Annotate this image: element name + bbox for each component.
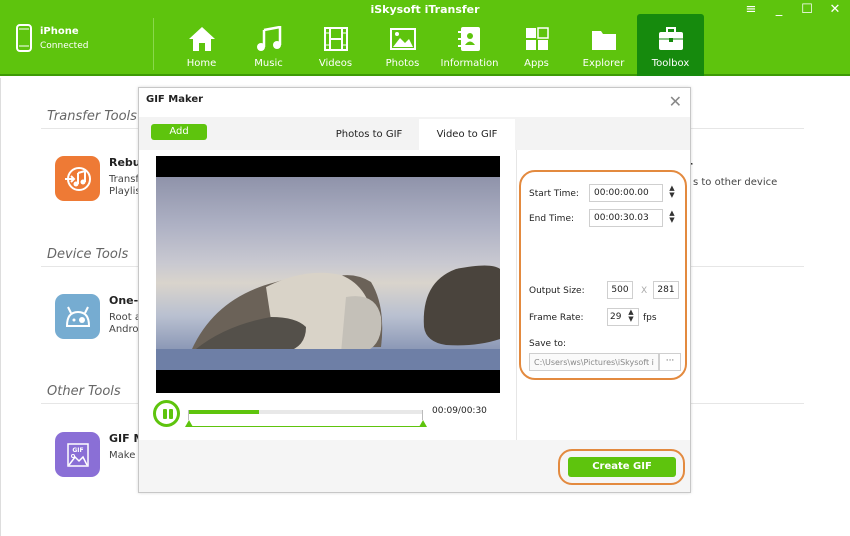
- device-name: iPhone: [40, 25, 79, 37]
- device-status: Connected: [40, 40, 89, 51]
- nav-information[interactable]: Information: [436, 14, 503, 76]
- apps-icon: [525, 27, 549, 50]
- nav-toolbox[interactable]: Toolbox: [637, 14, 704, 76]
- menu-icon[interactable]: ≡: [744, 2, 758, 17]
- create-gif-button[interactable]: Create GIF: [568, 457, 676, 477]
- nav-label: Information: [440, 58, 499, 69]
- pane-divider: [516, 150, 517, 440]
- minimize-icon[interactable]: _: [772, 2, 786, 17]
- pause-button[interactable]: [153, 400, 180, 427]
- image-icon: [389, 28, 416, 50]
- trim-range: [185, 410, 427, 427]
- frame-rate-spinner[interactable]: ▲ ▼: [625, 309, 637, 325]
- tab-strip: Add Photos to GIF Video to GIF: [139, 117, 690, 150]
- rebuild-library-icon: [55, 156, 100, 201]
- end-time-input[interactable]: [589, 209, 663, 227]
- output-height-input[interactable]: [653, 281, 679, 299]
- section-title-other: Other Tools: [47, 384, 121, 399]
- size-separator: X: [641, 286, 648, 296]
- tab-photos-to-gif[interactable]: Photos to GIF: [319, 119, 419, 150]
- gif-maker-dialog: GIF Maker ✕ Add Photos to GIF Video to G…: [138, 87, 691, 493]
- nav-label: Home: [186, 58, 217, 69]
- phone-icon: [16, 24, 32, 52]
- window-controls: ≡ _ ☐ ✕: [744, 2, 842, 17]
- video-preview[interactable]: [156, 156, 500, 393]
- gif-settings-panel: Start Time: ▲▼ End Time: ▲▼ Output Size:…: [519, 170, 687, 380]
- output-size-label: Output Size:: [529, 286, 585, 296]
- end-time-label: End Time:: [529, 214, 575, 224]
- dialog-title: GIF Maker: [146, 94, 204, 105]
- video-frame: [156, 177, 500, 370]
- nav-label: Music: [254, 58, 283, 69]
- nav-videos[interactable]: Videos: [302, 14, 369, 76]
- nav-photos[interactable]: Photos: [369, 14, 436, 76]
- home-icon: [188, 27, 215, 51]
- gif-maker-icon: GIF: [55, 432, 100, 477]
- end-time-spinner[interactable]: ▲ ▼: [666, 210, 678, 226]
- close-icon[interactable]: ✕: [828, 2, 842, 17]
- nav-apps[interactable]: Apps: [503, 14, 570, 76]
- frame-rate-label: Frame Rate:: [529, 313, 584, 323]
- maximize-icon[interactable]: ☐: [800, 2, 814, 17]
- nav-label: Toolbox: [651, 58, 690, 69]
- folder-icon: [591, 31, 616, 50]
- nav-label: Explorer: [582, 58, 625, 69]
- trim-end-handle[interactable]: [419, 410, 427, 427]
- nav-music[interactable]: Music: [235, 14, 302, 76]
- save-to-label: Save to:: [529, 339, 567, 349]
- fps-unit: fps: [643, 313, 657, 323]
- section-title-device: Device Tools: [47, 247, 129, 262]
- device-info[interactable]: iPhone Connected: [16, 24, 88, 52]
- nav-label: Photos: [385, 58, 420, 69]
- tool-desc-partial: s to other device: [693, 177, 778, 188]
- trim-start-handle[interactable]: [185, 410, 193, 427]
- start-time-spinner[interactable]: ▲ ▼: [666, 185, 678, 201]
- browse-button[interactable]: ···: [659, 353, 681, 371]
- android-root-icon: [55, 294, 100, 339]
- tool-rebuild-library[interactable]: Rebuil Transfe Playlist: [55, 156, 148, 201]
- tool-one-click-root[interactable]: One-c Root a Androi: [55, 294, 145, 339]
- svg-text:GIF: GIF: [72, 447, 83, 454]
- start-time-input[interactable]: [589, 184, 663, 202]
- toolbox-icon: [658, 27, 683, 50]
- main-nav: Home Music Videos Photos Information App…: [168, 14, 704, 76]
- nav-home[interactable]: Home: [168, 14, 235, 76]
- tab-video-to-gif[interactable]: Video to GIF: [419, 119, 515, 150]
- progress-bar[interactable]: [189, 410, 423, 414]
- divider: [153, 18, 154, 70]
- film-icon: [323, 27, 348, 51]
- start-time-label: Start Time:: [529, 189, 579, 199]
- create-gif-highlight: Create GIF: [558, 449, 685, 485]
- add-button[interactable]: Add: [151, 124, 207, 140]
- output-width-input[interactable]: [607, 281, 633, 299]
- nav-label: Apps: [524, 58, 549, 69]
- progress-fill: [189, 410, 260, 414]
- close-icon[interactable]: ✕: [669, 92, 682, 111]
- nav-label: Videos: [318, 58, 353, 69]
- section-title-transfer: Transfer Tools: [47, 109, 137, 124]
- top-bar: iSkysoft iTransfer iPhone Connected Home…: [0, 0, 850, 76]
- nav-explorer[interactable]: Explorer: [570, 14, 637, 76]
- video-pane: 00:09/00:30: [139, 150, 516, 440]
- save-path-input[interactable]: [529, 353, 659, 371]
- music-icon: [256, 26, 281, 51]
- playback-time: 00:09/00:30: [432, 406, 487, 416]
- contacts-icon: [457, 27, 480, 51]
